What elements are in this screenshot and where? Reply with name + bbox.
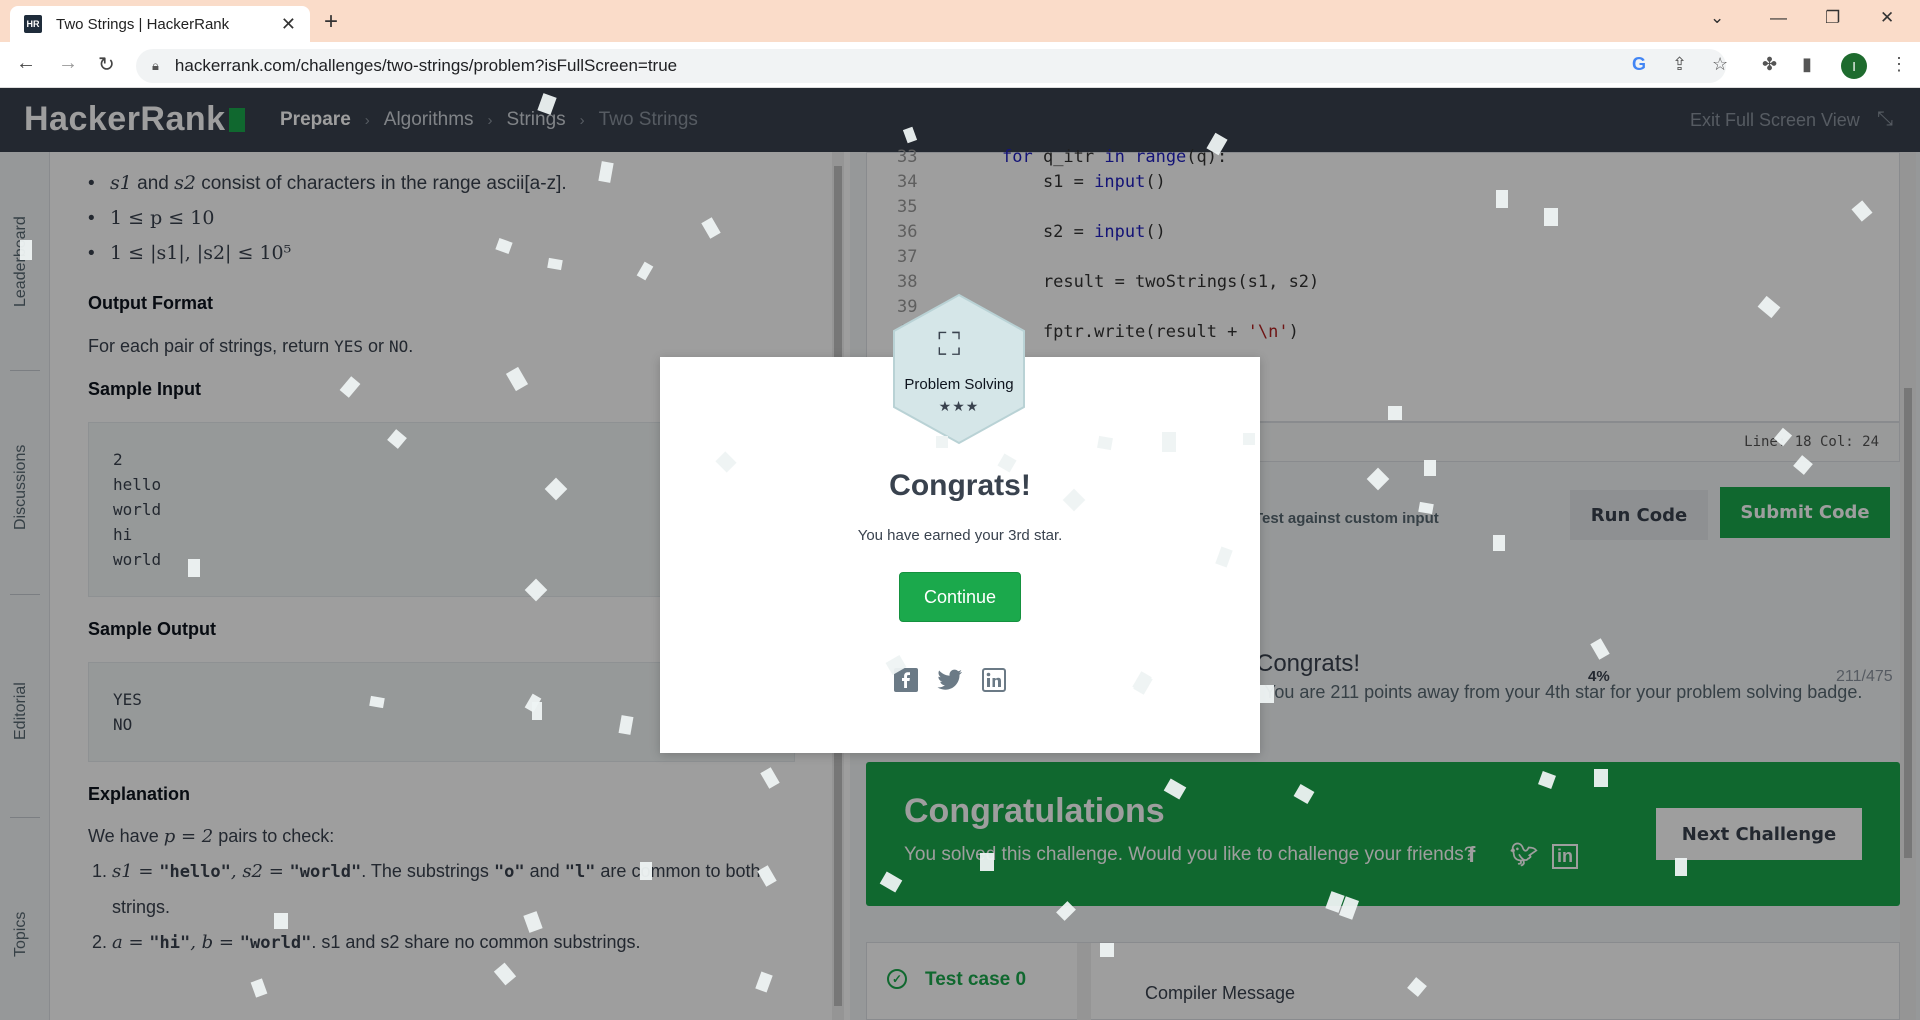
confetti-piece bbox=[1496, 190, 1508, 208]
new-tab-icon[interactable]: + bbox=[324, 8, 338, 36]
url-bar[interactable]: 🔒︎ hackerrank.com/challenges/two-strings… bbox=[136, 49, 1726, 83]
side-panel-icon[interactable]: ▮ bbox=[1802, 54, 1812, 75]
modal-title: Congrats! bbox=[889, 469, 1031, 502]
confetti-piece bbox=[1675, 858, 1687, 876]
stairs-badge-icon: ⛶ bbox=[938, 326, 961, 362]
browser-menu-icon[interactable]: ⋮ bbox=[1890, 54, 1908, 75]
tab-search-chevron-icon[interactable]: ⌄ bbox=[1710, 8, 1724, 28]
address-bar-row: ← → ↻ 🔒︎ hackerrank.com/challenges/two-s… bbox=[0, 42, 1920, 88]
browser-tab-bar: HR Two Strings | HackerRank ✕ + ⌄ — ❐ ✕ bbox=[0, 0, 1920, 42]
confetti-piece bbox=[274, 913, 288, 929]
share-icon[interactable]: ⇪ bbox=[1672, 54, 1687, 75]
hackerrank-favicon-icon: HR bbox=[24, 15, 42, 33]
badge-name: Problem Solving bbox=[904, 376, 1014, 393]
linkedin-icon[interactable] bbox=[981, 667, 1007, 693]
confetti-piece bbox=[188, 559, 200, 577]
continue-button[interactable]: Continue bbox=[899, 572, 1021, 622]
reload-icon[interactable]: ↻ bbox=[98, 52, 115, 77]
confetti-piece bbox=[1594, 769, 1608, 787]
browser-tab[interactable]: HR Two Strings | HackerRank ✕ bbox=[10, 6, 310, 42]
confetti-piece bbox=[1424, 460, 1436, 476]
close-window-icon[interactable]: ✕ bbox=[1880, 8, 1894, 28]
confetti-piece bbox=[980, 853, 994, 871]
confetti-piece bbox=[1097, 435, 1113, 451]
confetti-piece bbox=[1162, 432, 1176, 452]
minimize-icon[interactable]: — bbox=[1770, 8, 1787, 28]
profile-avatar[interactable]: I bbox=[1841, 53, 1867, 79]
confetti-piece bbox=[936, 436, 948, 448]
confetti-piece bbox=[1243, 433, 1255, 445]
bookmark-star-icon[interactable]: ☆ bbox=[1712, 54, 1728, 75]
tab-close-icon[interactable]: ✕ bbox=[281, 14, 296, 35]
confetti-piece bbox=[1388, 406, 1402, 420]
back-icon[interactable]: ← bbox=[16, 52, 36, 75]
confetti-piece bbox=[640, 862, 652, 880]
confetti-piece bbox=[1100, 943, 1114, 957]
twitter-icon[interactable] bbox=[937, 667, 963, 693]
extensions-icon[interactable]: ✤ bbox=[1762, 54, 1777, 75]
forward-icon[interactable]: → bbox=[58, 52, 78, 75]
confetti-piece bbox=[532, 702, 542, 720]
badge-stars: ★★★ bbox=[938, 398, 980, 414]
problem-solving-badge bbox=[893, 293, 1025, 445]
modal-subtitle: You have earned your 3rd star. bbox=[857, 527, 1063, 544]
confetti-piece bbox=[20, 240, 32, 260]
confetti-piece bbox=[1260, 685, 1274, 703]
restore-icon[interactable]: ❐ bbox=[1825, 8, 1840, 28]
lock-icon[interactable]: 🔒︎ bbox=[152, 58, 159, 74]
confetti-piece bbox=[1493, 535, 1505, 551]
url-text: hackerrank.com/challenges/two-strings/pr… bbox=[174, 56, 678, 75]
tab-title: Two Strings | HackerRank bbox=[56, 15, 230, 33]
google-icon[interactable]: G bbox=[1632, 54, 1646, 75]
confetti-piece bbox=[1544, 208, 1558, 226]
